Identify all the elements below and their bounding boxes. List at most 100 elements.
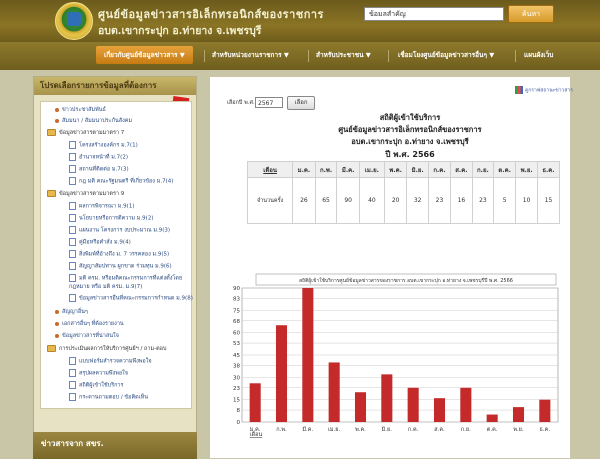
bar (433, 398, 446, 422)
x-tick-label: ต.ค. (487, 427, 498, 433)
y-tick-label: 30 (233, 375, 240, 381)
x-tick-label: ก.พ. (276, 427, 287, 433)
sidebar-item[interactable]: ข้อมูลข่าวสารที่น่าสนใจ (55, 332, 119, 340)
page-icon (69, 381, 76, 389)
x-tick-label: มิ.ย. (381, 426, 392, 433)
sidebar-folder[interactable]: การประเมินผลการให้บริการศูนย์ฯ / ถาม-ตอบ (47, 345, 166, 353)
bullet-icon (55, 333, 59, 338)
nav-government[interactable]: สำหรับหน่วยงานราชการ ▼ (212, 50, 289, 60)
bar (539, 399, 551, 422)
sidebar-item[interactable]: คู่มือหรือคำสั่ง ม.9(4) (69, 238, 131, 247)
table-header-cell: มิ.ย. (406, 161, 429, 178)
x-tick-label: เม.ย. (328, 427, 340, 433)
y-tick-label: 68 (233, 319, 240, 325)
sidebar-item[interactable]: เอกสารอื่นๆ ที่ต้องรายงาน (55, 320, 124, 328)
bullet-icon (55, 321, 59, 326)
sidebar-item[interactable]: สัญญาอื่นๆ (55, 308, 88, 316)
year-select[interactable]: 2567 (255, 97, 283, 108)
y-tick-label: 8 (237, 408, 241, 414)
sidebar-item[interactable]: นโยบายหรือการตีความ ม.9(2) (69, 214, 153, 223)
x-tick-label: มี.ค. (302, 426, 313, 433)
sidebar-item[interactable]: แบบฟอร์มสำรวจความพึงพอใจ (69, 357, 152, 366)
sidebar-item[interactable]: ข่าวประชาสัมพันธ์ (55, 106, 106, 114)
sidebar-item[interactable]: ข้อมูลข่าวสารอื่นที่คณะกรรมการกำหนด ม.9(… (69, 294, 193, 303)
nav-about[interactable]: เกี่ยวกับศูนย์ข้อมูลข่าวสาร ▼ (96, 46, 193, 64)
sidebar-item[interactable]: สัมมนา / สัมมนาประกันสังคม (55, 117, 132, 125)
page-icon (69, 250, 76, 258)
stats-title-location: อบต.เขากระปุก อ.ท่ายาง จ.เพชรบุรี (351, 137, 469, 146)
search-input[interactable]: ข้อมลสำคัญ (364, 7, 504, 21)
stats-table: เดือน ม.ค. ก.พ. มี.ค. เม.ย. พ.ค. มิ.ย. ก.ค. ส.ค… (246, 161, 561, 224)
bar (512, 407, 525, 422)
x-tick-label: ส.ค. (434, 426, 445, 433)
sidebar-item[interactable]: โครงสร้างองค์กร ม.7(1) (69, 141, 138, 150)
sidebar-item[interactable]: แผนงาน โครงการ งบประมาณ ม.9(3) (69, 226, 170, 235)
stats-title: สถิติผู้เข้าใช้บริการ (379, 113, 441, 122)
sidebar-item[interactable]: สัญญาสัมปทาน ผูกขาด ร่วมทุน ม.9(6) (69, 262, 172, 271)
y-tick-label: 53 (233, 341, 240, 347)
folder-open-icon (47, 129, 56, 136)
sidebar-folder[interactable]: ข้อมูลข่าวสารตามมาตรา 7 (47, 129, 124, 137)
table-header-cell: ก.ย. (471, 161, 494, 178)
table-row: จำนวนครั้ง 26 65 90 40 20 32 23 16 23 5 10 15 (246, 177, 561, 224)
site-subtitle: อบต.เขากระปุก อ.ท่ายาง จ.เพชรบุรี (98, 25, 262, 37)
y-tick-label: 45 (233, 353, 240, 359)
folder-open-icon (47, 345, 56, 352)
chart-link[interactable]: ดูกราฟสถานะข่าวสาร (515, 86, 573, 95)
select-button[interactable]: เลือก (287, 96, 315, 110)
bar (328, 362, 340, 422)
nav-public[interactable]: สำหรับประชาชน ▼ (316, 50, 371, 60)
table-cell: 90 (336, 177, 360, 224)
sidebar-item[interactable]: สถานที่ติดต่อ ม.7(3) (69, 165, 129, 174)
chart-title: สถิติผู้เข้าใช้บริการศูนย์ข้อมูลข่าวสารข… (299, 277, 513, 284)
table-header-cell: พ.ค. (383, 161, 408, 178)
x-tick-label: พ.ค. (355, 427, 366, 433)
sidebar-item[interactable]: มติ ครม. หรือมติคณะกรรมการที่แต่งตั้งโดย… (69, 274, 187, 291)
sidebar-item[interactable]: สิ่งพิมพ์ที่อ้างถึง ม. 7 วรรคสอง ม.9(5) (69, 250, 169, 259)
table-row-label: จำนวนครั้ง (246, 177, 294, 224)
y-tick-label: 90 (233, 286, 240, 292)
sidebar-item[interactable]: อำนาจหน้าที่ ม.7(2) (69, 153, 128, 162)
x-tick-label: ก.ค. (408, 427, 419, 433)
y-tick-label: 15 (233, 398, 240, 404)
stats-title-year: ปี พ.ศ. 2566 (385, 150, 435, 159)
nav-links[interactable]: เชื่อมโยงศูนย์ข้อมูลข่าวสารอื่นๆ ▼ (398, 50, 494, 60)
page-icon (69, 393, 76, 401)
table-cell: 23 (427, 177, 451, 224)
page-icon (69, 177, 76, 185)
bar (354, 392, 367, 422)
sidebar-heading: โปรดเลือกรายการข้อมูลที่ต้องการ (34, 77, 196, 95)
year-select-label: เลือกปี พ.ศ. (227, 100, 255, 106)
page-icon (69, 238, 76, 246)
bar (275, 325, 288, 422)
sidebar-item[interactable]: กฎ มติ คณะรัฐมนตรี ที่เกี่ยวข้อง ม.7(4) (69, 177, 173, 186)
sidebar-item[interactable]: กระดานถามตอบ / ข้อคิดเห็น (69, 393, 148, 402)
site-title: ศูนย์ข้อมูลข่าวสารอิเล็กทรอนิกส์ของราชกา… (98, 8, 324, 21)
nav-divider (515, 50, 516, 62)
y-tick-label: 75 (233, 308, 240, 314)
sidebar-item[interactable]: สถิติผู้เข้าใช้บริการ (69, 381, 123, 390)
sidebar-folder[interactable]: ข้อมูลข่าวสารตามมาตรา 9 (47, 190, 124, 198)
bar (302, 288, 314, 422)
table-cell: 5 (492, 177, 517, 224)
table-header-cell: ม.ค. (292, 161, 316, 178)
page-icon (69, 141, 76, 149)
page-icon (69, 294, 76, 302)
page-icon (69, 165, 76, 173)
sidebar: โปรดเลือกรายการข้อมูลที่ต้องการ NEW ข่าว… (33, 76, 197, 459)
page-icon (69, 202, 76, 210)
bullet-icon (55, 118, 59, 123)
folder-open-icon (47, 190, 56, 197)
stats-title-org: ศูนย์ข้อมูลข่าวสารอิเล็กทรอนิกส์ของราชกา… (338, 125, 482, 134)
search-button[interactable]: ค้นหา (508, 5, 554, 23)
table-cell: 23 (471, 177, 494, 224)
table-cell: 26 (292, 177, 316, 224)
y-tick-label: 0 (237, 420, 241, 426)
bar-chart-svg: สถิติผู้เข้าใช้บริการศูนย์ข้อมูลข่าวสารข… (233, 273, 559, 438)
site-logo[interactable] (55, 2, 93, 40)
sidebar-item[interactable]: ผลการพิจารณา ม.9(1) (69, 202, 134, 211)
sidebar-item[interactable]: สรุปผลความพึงพอใจ (69, 369, 128, 378)
y-tick-label: 23 (233, 386, 240, 392)
table-header-cell: ก.ค. (427, 161, 451, 178)
nav-sitemap[interactable]: แผนผังเว็บ (524, 50, 553, 60)
